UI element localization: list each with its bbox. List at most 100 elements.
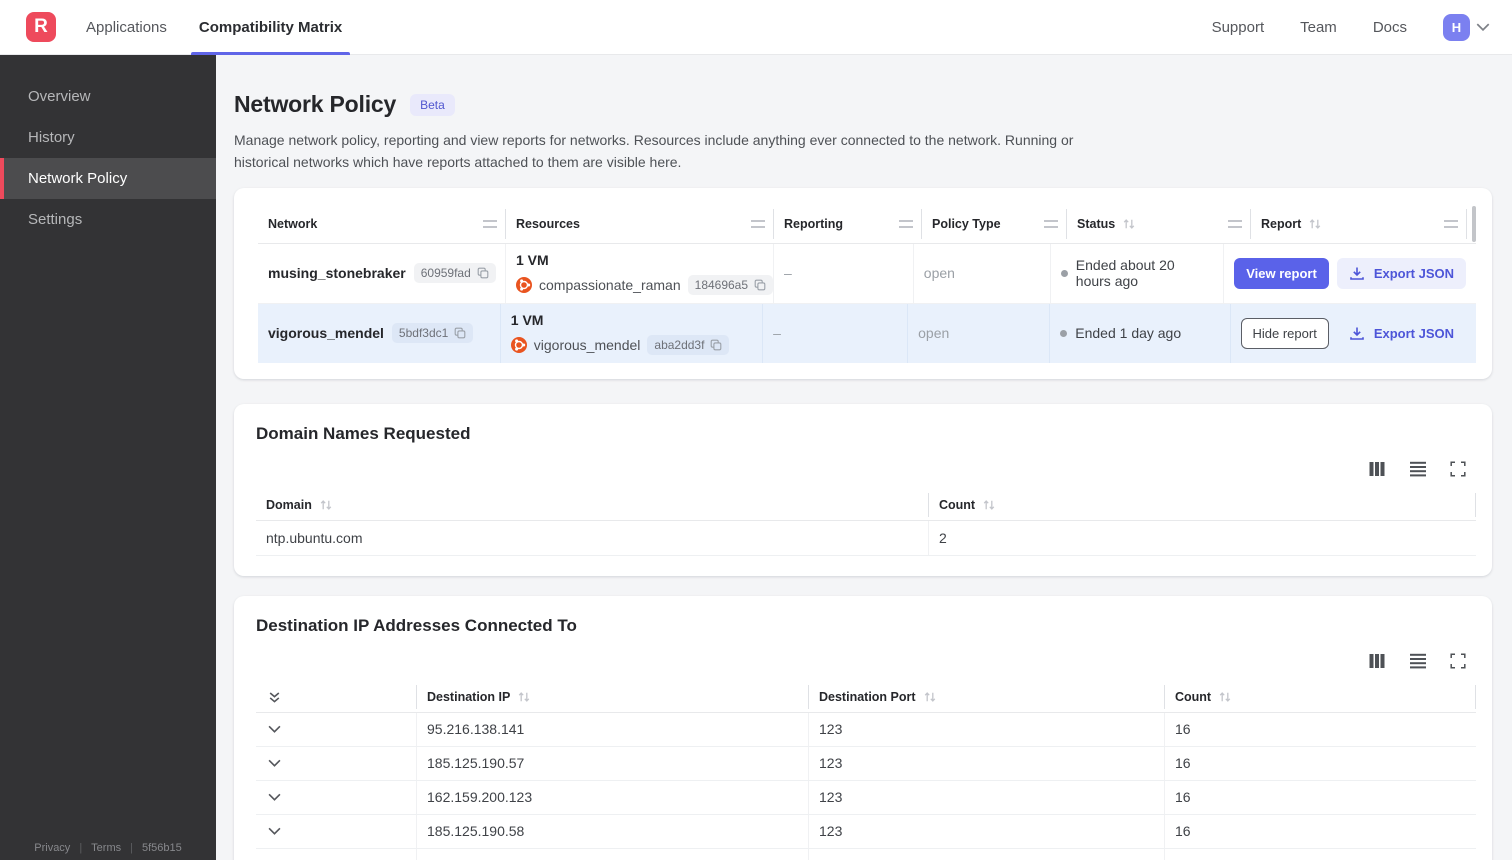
- column-header-network: Network: [258, 209, 506, 240]
- export-json-button[interactable]: Export JSON: [1336, 257, 1466, 289]
- destination-row[interactable]: 185.125.190.57 123 16: [256, 746, 1476, 781]
- status-dot: [1060, 329, 1068, 337]
- destination-row[interactable]: 185.125.190.58 123 16: [256, 814, 1476, 849]
- row-expand-chevron-icon[interactable]: [268, 759, 281, 767]
- column-resize-handle[interactable]: [899, 220, 913, 229]
- rows-icon[interactable]: [1409, 653, 1427, 669]
- column-header-count: Count: [928, 493, 1475, 518]
- ubuntu-icon: [516, 277, 532, 293]
- expand-all-icon[interactable]: [268, 691, 281, 704]
- primary-nav: Applications Compatibility Matrix: [78, 0, 351, 55]
- reporting-value: –: [763, 303, 909, 363]
- destination-row[interactable]: 162.159.200.123 123 16: [256, 780, 1476, 815]
- column-resize-handle[interactable]: [483, 220, 497, 229]
- column-label: Domain: [266, 498, 312, 513]
- sort-icon[interactable]: [1218, 691, 1232, 703]
- copy-icon[interactable]: [710, 339, 722, 351]
- column-resize-handle[interactable]: [1444, 220, 1458, 229]
- count-value: 16: [1164, 848, 1476, 860]
- app-logo[interactable]: R: [26, 12, 56, 42]
- fullscreen-icon[interactable]: [1450, 653, 1466, 669]
- column-resize-handle[interactable]: [1044, 220, 1058, 229]
- fullscreen-icon[interactable]: [1450, 461, 1466, 477]
- destination-port-value: 123: [808, 780, 1164, 814]
- domain-names-card: Domain Names Requested Domain Count ntp.…: [234, 403, 1492, 576]
- column-header-policy-type: Policy Type: [922, 209, 1067, 240]
- copy-icon[interactable]: [454, 327, 466, 339]
- destinations-table-header: Destination IP Destination Port Count: [256, 683, 1476, 713]
- user-menu[interactable]: H: [1443, 13, 1490, 41]
- resource-id: aba2dd3f: [654, 337, 705, 352]
- column-header-destination-port: Destination Port: [808, 685, 1164, 710]
- resource-id: 184696a5: [694, 277, 749, 292]
- domain-row[interactable]: ntp.ubuntu.com 2: [256, 520, 1476, 556]
- sort-icon[interactable]: [517, 691, 531, 703]
- card-title: Domain Names Requested: [256, 423, 471, 443]
- columns-icon[interactable]: [1368, 653, 1386, 669]
- column-header-resources: Resources: [506, 209, 774, 240]
- sidebar-item-overview[interactable]: Overview: [0, 76, 216, 117]
- destination-row[interactable]: 95.216.138.141 123 16: [256, 712, 1476, 747]
- column-label: Status: [1077, 217, 1116, 232]
- sort-icon[interactable]: [1122, 218, 1136, 230]
- sidebar: Overview History Network Policy Settings…: [0, 55, 216, 860]
- footer-divider: |: [130, 842, 133, 854]
- copy-icon[interactable]: [754, 279, 766, 291]
- sidebar-item-settings[interactable]: Settings: [0, 199, 216, 240]
- column-label: Count: [939, 498, 976, 513]
- resources-summary: 1 VM: [516, 251, 549, 268]
- copy-icon[interactable]: [477, 267, 489, 279]
- network-id-badge: 60959fad: [413, 263, 496, 284]
- footer-divider: |: [79, 842, 83, 854]
- view-report-button[interactable]: View report: [1234, 257, 1329, 289]
- sort-icon[interactable]: [923, 691, 937, 703]
- sidebar-item-history[interactable]: History: [0, 117, 216, 158]
- destination-ip-value: 162.159.200.123: [416, 780, 808, 814]
- link-support[interactable]: Support: [1212, 19, 1265, 36]
- column-header-status: Status: [1067, 209, 1251, 240]
- page-description: Manage network policy, reporting and vie…: [234, 132, 1074, 171]
- privacy-link[interactable]: Privacy: [34, 842, 70, 854]
- top-navigation-bar: R Applications Compatibility Matrix Supp…: [0, 0, 1512, 55]
- active-tab-underline: [190, 51, 351, 55]
- avatar[interactable]: H: [1443, 13, 1470, 41]
- nav-tab-compatibility-matrix[interactable]: Compatibility Matrix: [190, 0, 351, 55]
- column-label: Report: [1261, 217, 1302, 232]
- resource-name: vigorous_mendel: [533, 336, 641, 353]
- policy-type-value: open: [914, 243, 1051, 303]
- nav-tab-applications[interactable]: Applications: [78, 0, 175, 55]
- resource-name: compassionate_raman: [539, 276, 681, 293]
- column-label: Resources: [516, 217, 580, 232]
- hide-report-button[interactable]: Hide report: [1240, 317, 1329, 349]
- network-row-musing-stonebraker[interactable]: musing_stonebraker 60959fad 1 VM compass…: [258, 243, 1476, 304]
- ubuntu-icon: [511, 337, 527, 353]
- rows-icon[interactable]: [1409, 461, 1427, 477]
- header-end-separator: [1475, 493, 1476, 518]
- column-label: Destination IP: [427, 690, 511, 705]
- sort-icon[interactable]: [1308, 218, 1322, 230]
- link-docs[interactable]: Docs: [1373, 19, 1407, 36]
- row-expand-chevron-icon[interactable]: [268, 793, 281, 801]
- terms-link[interactable]: Terms: [91, 842, 121, 854]
- header-end-separator: [1475, 685, 1476, 710]
- sort-icon[interactable]: [319, 499, 333, 511]
- status-dot: [1060, 269, 1068, 277]
- row-expand-chevron-icon[interactable]: [268, 827, 281, 835]
- resource-id-badge: 184696a5: [687, 274, 774, 295]
- destination-row[interactable]: 95.216.100.21 123 16: [256, 848, 1476, 860]
- table-scrollbar-thumb[interactable]: [1472, 206, 1476, 243]
- network-row-vigorous-mendel[interactable]: vigorous_mendel 5bdf3dc1 1 VM vigorous_m…: [258, 303, 1476, 363]
- network-id: 60959fad: [420, 266, 471, 281]
- row-expand-chevron-icon[interactable]: [268, 725, 281, 733]
- link-team[interactable]: Team: [1300, 19, 1337, 36]
- column-resize-handle[interactable]: [751, 220, 765, 229]
- card-title: Destination IP Addresses Connected To: [256, 615, 577, 635]
- columns-icon[interactable]: [1368, 461, 1386, 477]
- column-resize-handle[interactable]: [1228, 220, 1242, 229]
- sort-icon[interactable]: [982, 499, 996, 511]
- export-json-button[interactable]: Export JSON: [1337, 318, 1466, 349]
- user-menu-chevron-icon[interactable]: [1476, 23, 1490, 31]
- sidebar-item-network-policy[interactable]: Network Policy: [0, 158, 216, 199]
- column-header-domain: Domain: [256, 493, 928, 517]
- destination-port-value: 123: [808, 848, 1164, 860]
